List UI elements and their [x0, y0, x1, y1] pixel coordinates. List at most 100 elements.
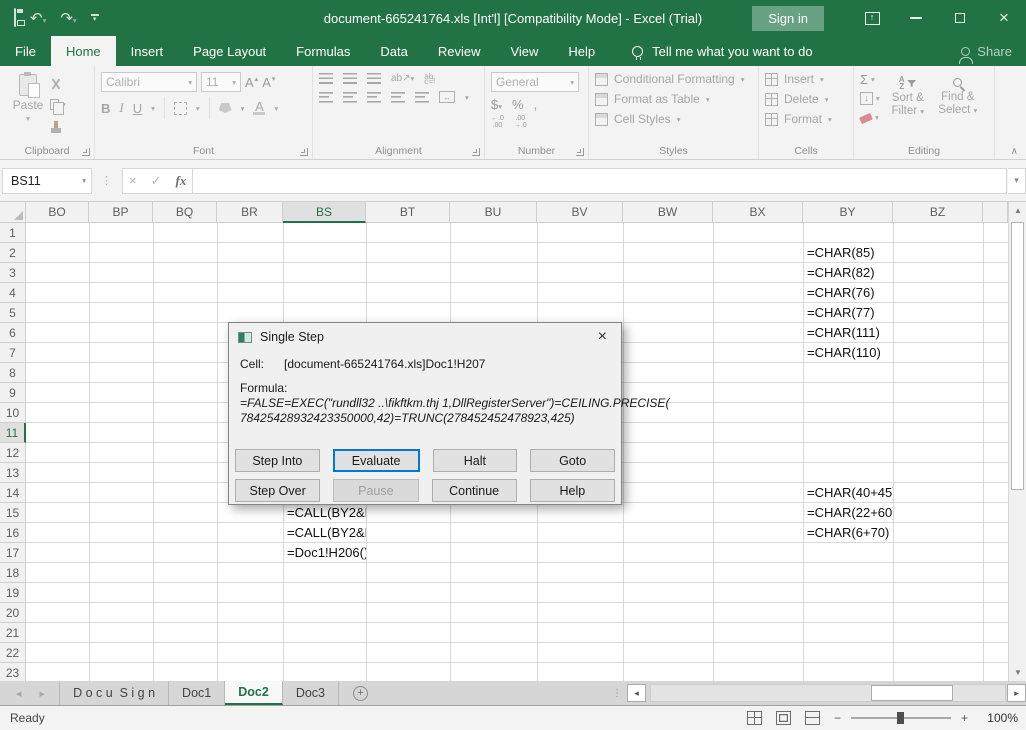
align-top-button[interactable] — [319, 73, 333, 84]
row-header-1[interactable]: 1 — [0, 223, 26, 243]
row-header-2[interactable]: 2 — [0, 243, 26, 263]
format-as-table-button[interactable]: Format as Table▾ — [595, 92, 754, 106]
align-right-button[interactable] — [367, 92, 381, 103]
tab-view[interactable]: View — [495, 36, 553, 66]
sheet-tab-doc2[interactable]: Doc2 — [225, 681, 283, 705]
font-dialog-launcher-icon[interactable] — [300, 148, 308, 156]
delete-cells-button[interactable]: Delete▾ — [765, 92, 849, 106]
column-header-BY[interactable]: BY — [803, 202, 893, 223]
column-header-BX[interactable]: BX — [713, 202, 803, 223]
format-painter-button[interactable] — [50, 117, 66, 131]
collapse-ribbon-icon[interactable]: ∧ — [1011, 146, 1018, 157]
conditional-formatting-button[interactable]: Conditional Formatting▾ — [595, 72, 754, 86]
tab-formulas[interactable]: Formulas — [281, 36, 365, 66]
name-box[interactable]: BS11▾ — [2, 168, 92, 194]
orientation-button[interactable]: ab↗▾ — [391, 73, 414, 84]
italic-button[interactable]: I — [119, 100, 123, 116]
sheet-tab-docusign[interactable]: D o c u S i g n — [59, 681, 169, 705]
minimize-button[interactable] — [894, 0, 938, 36]
row-header-21[interactable]: 21 — [0, 623, 26, 643]
decrease-font-size-button[interactable]: A▾ — [262, 75, 275, 90]
row-header-13[interactable]: 13 — [0, 463, 26, 483]
clipboard-dialog-launcher-icon[interactable] — [82, 148, 90, 156]
cell-BS15[interactable]: =CALL(BY2&B — [283, 503, 366, 523]
underline-button[interactable]: U — [133, 101, 142, 116]
new-sheet-button[interactable]: + — [353, 681, 368, 705]
align-left-button[interactable] — [319, 92, 333, 103]
row-header-12[interactable]: 12 — [0, 443, 26, 463]
number-format-combobox[interactable]: General▾ — [491, 72, 579, 92]
wrap-text-button[interactable]: abc⏎ — [424, 74, 435, 84]
column-header-BV[interactable]: BV — [537, 202, 623, 223]
row-header-5[interactable]: 5 — [0, 303, 26, 323]
row-header-15[interactable]: 15 — [0, 503, 26, 523]
dialog-button-evaluate[interactable]: Evaluate — [333, 449, 420, 472]
ribbon-display-options-button[interactable] — [850, 0, 894, 36]
dialog-button-step-over[interactable]: Step Over — [235, 479, 320, 502]
scroll-down-icon[interactable]: ▼ — [1009, 664, 1026, 681]
row-header-8[interactable]: 8 — [0, 363, 26, 383]
comma-style-button[interactable]: , — [534, 97, 538, 112]
page-layout-view-icon[interactable] — [776, 711, 791, 725]
column-header-BW[interactable]: BW — [623, 202, 713, 223]
align-bottom-button[interactable] — [367, 73, 381, 84]
column-header-BT[interactable]: BT — [366, 202, 450, 223]
sort-filter-button[interactable]: AZ Sort &Filter ▾ — [886, 72, 930, 143]
hscroll-left-icon[interactable]: ◂ — [627, 684, 646, 702]
cut-button[interactable] — [50, 77, 66, 91]
page-break-view-icon[interactable] — [805, 711, 820, 725]
row-header-14[interactable]: 14 — [0, 483, 26, 503]
row-header-10[interactable]: 10 — [0, 403, 26, 423]
align-middle-button[interactable] — [343, 73, 357, 84]
tab-strip-dots-icon[interactable]: ⋮ — [612, 681, 622, 706]
zoom-out-icon[interactable]: − — [834, 711, 841, 725]
select-all-corner[interactable] — [0, 202, 26, 223]
cell-BY14[interactable]: =CHAR(40+45) — [803, 483, 893, 503]
sign-in-button[interactable]: Sign in — [752, 6, 824, 31]
column-header-BP[interactable]: BP — [89, 202, 153, 223]
fill-button[interactable]: ↓▾ — [860, 91, 880, 105]
vertical-scrollbar-thumb[interactable] — [1011, 222, 1024, 490]
zoom-level[interactable]: 100% — [982, 711, 1018, 725]
tab-insert[interactable]: Insert — [116, 36, 179, 66]
alignment-dialog-launcher-icon[interactable] — [472, 148, 480, 156]
decrease-decimal-button[interactable]: .00→.0 — [514, 115, 527, 129]
column-header-BO[interactable]: BO — [26, 202, 89, 223]
restore-button[interactable] — [938, 0, 982, 36]
share-button[interactable]: Share — [961, 36, 1012, 66]
decrease-indent-button[interactable] — [391, 92, 405, 103]
tab-home[interactable]: Home — [51, 36, 116, 66]
dialog-button-continue[interactable]: Continue — [432, 479, 517, 502]
row-header-6[interactable]: 6 — [0, 323, 26, 343]
copy-button[interactable]: ▾ — [50, 97, 66, 111]
fill-color-icon[interactable] — [219, 103, 232, 113]
tab-page-layout[interactable]: Page Layout — [178, 36, 281, 66]
tell-me-box[interactable]: Tell me what you want to do — [632, 36, 812, 66]
normal-view-icon[interactable] — [747, 711, 762, 725]
dialog-close-icon[interactable]: × — [593, 328, 612, 346]
borders-icon[interactable] — [174, 102, 187, 115]
insert-function-icon[interactable]: fx — [176, 173, 187, 189]
row-header-18[interactable]: 18 — [0, 563, 26, 583]
column-header-BU[interactable]: BU — [450, 202, 537, 223]
increase-font-size-button[interactable]: A▴ — [245, 75, 258, 90]
cell-styles-button[interactable]: Cell Styles▾ — [595, 112, 754, 126]
merge-center-button[interactable]: ↔ — [439, 91, 455, 103]
insert-cells-button[interactable]: Insert▾ — [765, 72, 849, 86]
cell-BY6[interactable]: =CHAR(111) — [803, 323, 893, 343]
dialog-button-pause[interactable]: Pause — [333, 479, 418, 502]
enter-check-icon[interactable]: ✓ — [151, 173, 162, 189]
horizontal-scrollbar[interactable] — [650, 684, 1006, 702]
tab-review[interactable]: Review — [423, 36, 496, 66]
row-header-16[interactable]: 16 — [0, 523, 26, 543]
align-center-button[interactable] — [343, 92, 357, 103]
tab-file[interactable]: File — [0, 36, 51, 66]
dialog-button-help[interactable]: Help — [530, 479, 615, 502]
tab-help[interactable]: Help — [553, 36, 610, 66]
format-cells-button[interactable]: Format▾ — [765, 112, 849, 126]
sheet-nav-right-icon[interactable]: ▸ — [40, 687, 46, 700]
row-header-3[interactable]: 3 — [0, 263, 26, 283]
dialog-button-goto[interactable]: Goto — [530, 449, 615, 472]
column-header-BQ[interactable]: BQ — [153, 202, 217, 223]
zoom-slider[interactable] — [851, 717, 951, 719]
